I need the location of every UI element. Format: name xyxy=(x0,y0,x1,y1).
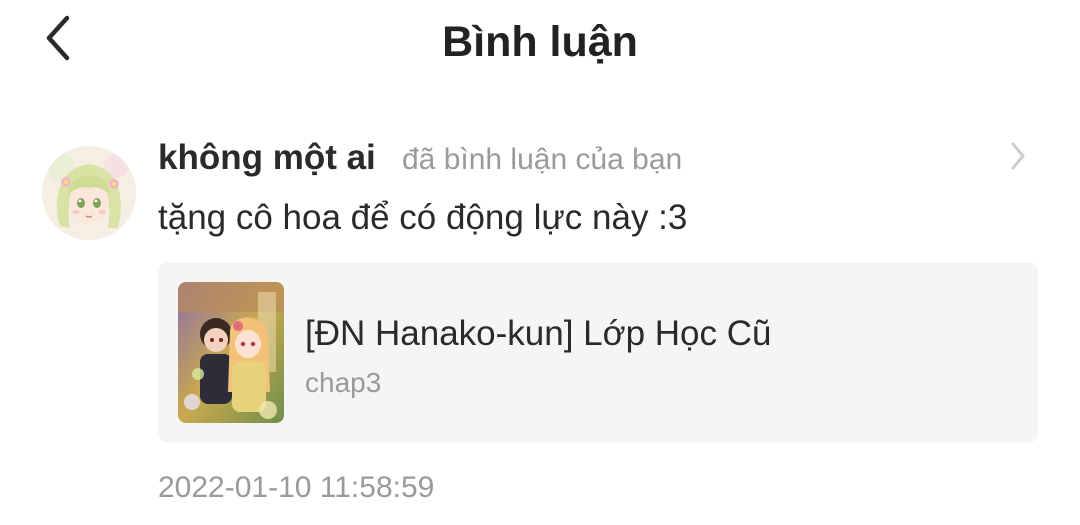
comment-timestamp: 2022-01-10 11:58:59 xyxy=(158,471,435,504)
story-title: [ĐN Hanako-kun] Lớp Học Cũ xyxy=(305,314,772,353)
avatar[interactable] xyxy=(42,146,136,240)
chevron-right-icon xyxy=(1011,142,1025,170)
story-chapter: chap3 xyxy=(305,367,382,398)
page-title: Bình luận xyxy=(442,18,638,66)
action-text: đã bình luận của bạn xyxy=(402,143,683,176)
comment-text: tặng cô hoa để có động lực này :3 xyxy=(158,198,688,237)
story-cover-image xyxy=(178,282,284,423)
top-bar: Bình luận xyxy=(0,0,1080,84)
open-comment-button[interactable] xyxy=(998,136,1038,176)
commenter-name[interactable]: không một ai xyxy=(158,136,376,180)
avatar-image xyxy=(42,146,136,240)
story-cover xyxy=(178,282,284,423)
comment-notification-screen: Bình luận không một ai đã bình luận của … xyxy=(0,0,1080,525)
story-card[interactable]: [ĐN Hanako-kun] Lớp Học Cũ chap3 xyxy=(158,262,1038,443)
